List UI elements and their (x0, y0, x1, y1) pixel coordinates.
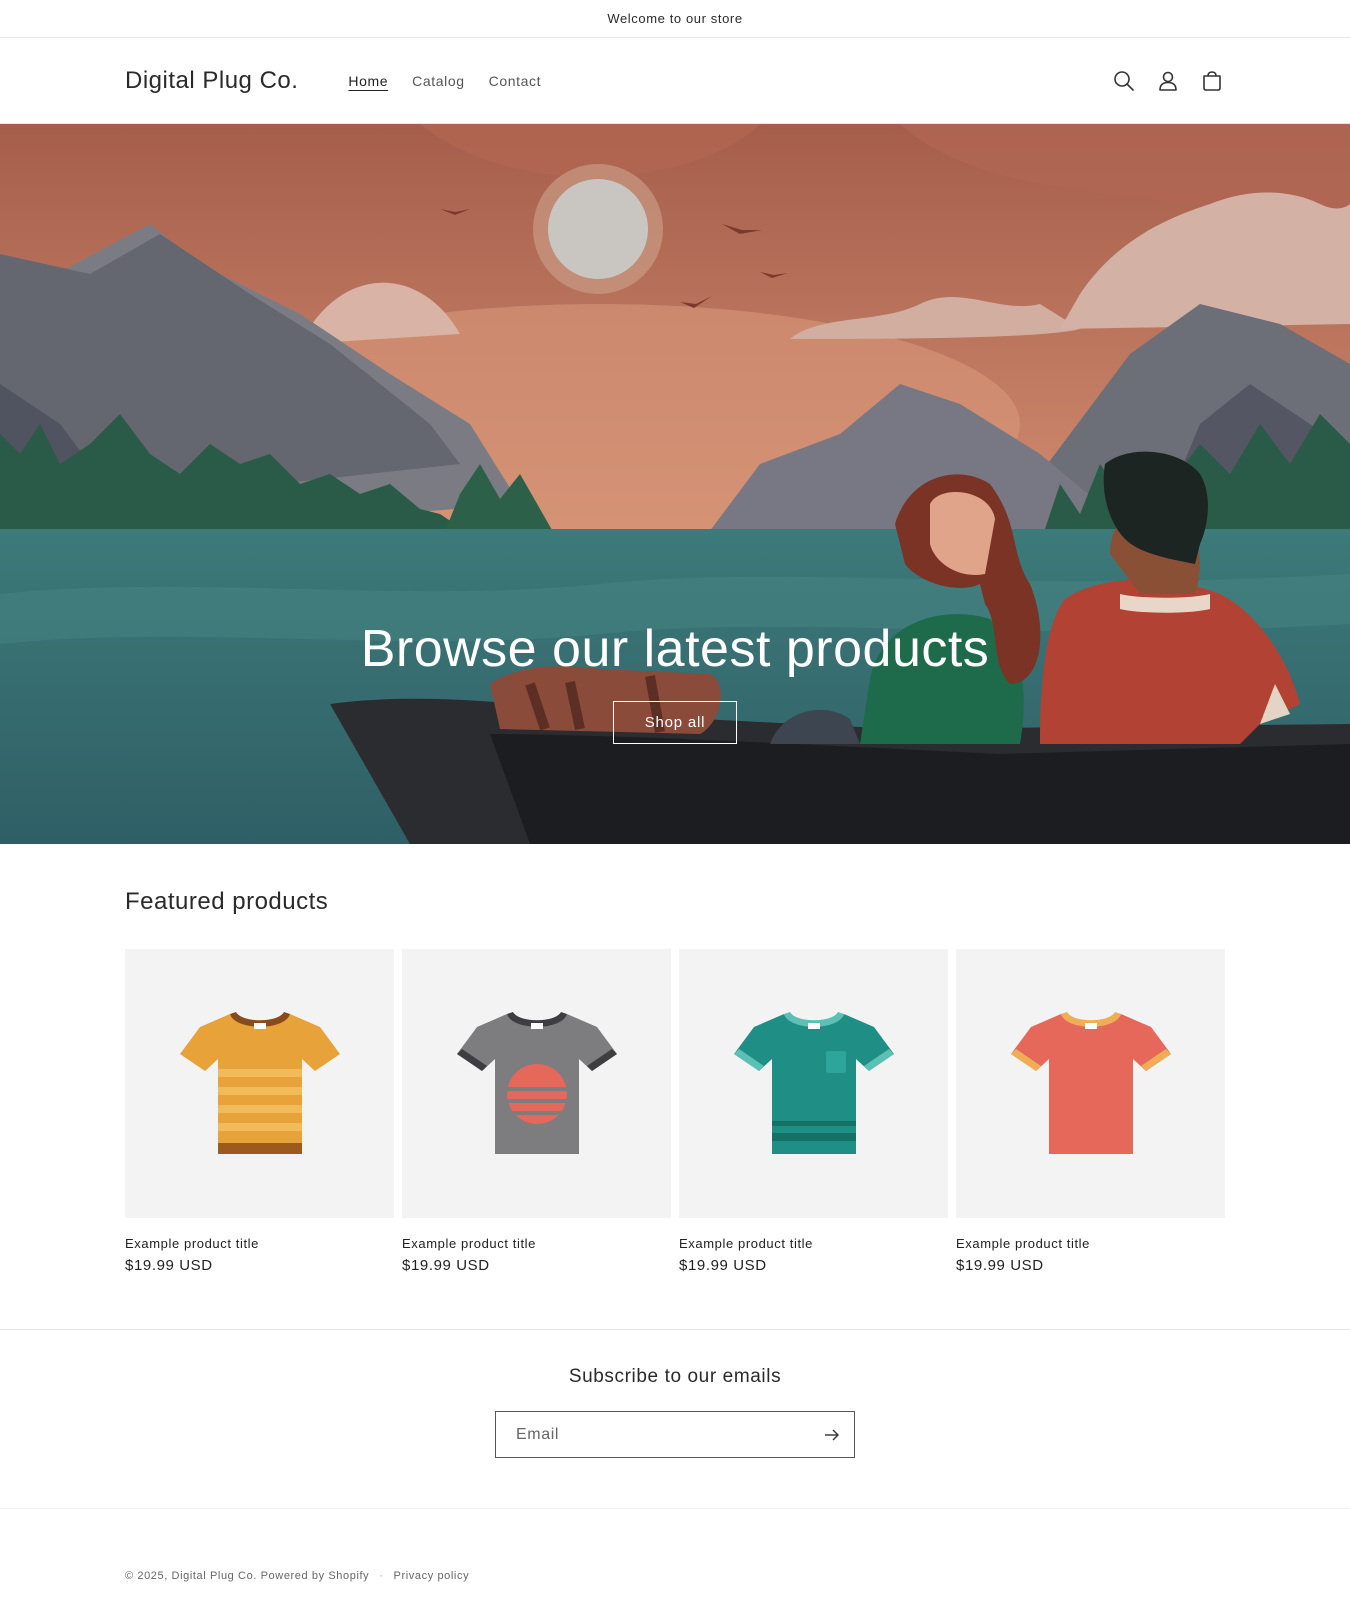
product-title[interactable]: Example product title (956, 1236, 1225, 1251)
product-card[interactable]: Example product title $19.99 USD (402, 949, 671, 1274)
product-image[interactable] (402, 949, 671, 1218)
header-icons (1111, 38, 1225, 124)
main-nav: Home Catalog Contact (336, 65, 553, 97)
product-card[interactable]: Example product title $19.99 USD (679, 949, 948, 1274)
store-logo[interactable]: Digital Plug Co. (125, 67, 298, 95)
hero-banner: Browse our latest products Shop all (0, 124, 1350, 844)
product-price: $19.99 USD (402, 1257, 490, 1274)
announcement-text: Welcome to our store (607, 11, 743, 26)
featured-title: Featured products (125, 888, 329, 915)
account-icon[interactable] (1155, 68, 1181, 94)
product-grid: Example product title $19.99 USD Example… (125, 949, 1225, 1274)
nav-home-link[interactable]: Home (336, 65, 400, 97)
product-card[interactable]: Example product title $19.99 USD (956, 949, 1225, 1274)
email-form (495, 1411, 855, 1458)
site-footer: © 2025, Digital Plug Co. Powered by Shop… (125, 1570, 469, 1582)
shop-all-button[interactable]: Shop all (612, 701, 738, 744)
tshirt-icon (179, 1011, 340, 1154)
email-input[interactable] (496, 1412, 810, 1457)
nav-contact-link[interactable]: Contact (477, 65, 553, 97)
hero-title: Browse our latest products (360, 620, 990, 678)
tshirt-icon (1010, 1011, 1171, 1154)
privacy-policy-link[interactable]: Privacy policy (394, 1570, 470, 1582)
product-title[interactable]: Example product title (125, 1236, 394, 1251)
powered-by-link[interactable]: Powered by Shopify (261, 1570, 370, 1582)
product-title[interactable]: Example product title (679, 1236, 948, 1251)
subscribe-button[interactable] (810, 1412, 854, 1457)
product-image[interactable] (956, 949, 1225, 1218)
footer-separator: · (379, 1570, 384, 1582)
newsletter-title: Subscribe to our emails (568, 1366, 782, 1387)
product-price: $19.99 USD (125, 1257, 213, 1274)
tshirt-icon (456, 1011, 617, 1154)
newsletter-section: Subscribe to our emails (0, 1329, 1350, 1509)
product-price: $19.99 USD (956, 1257, 1044, 1274)
search-icon[interactable] (1111, 68, 1137, 94)
arrow-right-icon (825, 1429, 839, 1440)
product-image[interactable] (679, 949, 948, 1218)
cart-icon[interactable] (1199, 68, 1225, 94)
site-header: Digital Plug Co. Home Catalog Contact (0, 38, 1350, 124)
copyright-text: © 2025, (125, 1570, 168, 1582)
product-title[interactable]: Example product title (402, 1236, 671, 1251)
product-price: $19.99 USD (679, 1257, 767, 1274)
hero-content: Browse our latest products Shop all (0, 619, 1350, 744)
announcement-bar: Welcome to our store (0, 0, 1350, 38)
product-image[interactable] (125, 949, 394, 1218)
nav-catalog-link[interactable]: Catalog (400, 65, 476, 97)
footer-brand-link[interactable]: Digital Plug Co. (172, 1570, 257, 1582)
product-card[interactable]: Example product title $19.99 USD (125, 949, 394, 1274)
tshirt-icon (733, 1011, 894, 1154)
